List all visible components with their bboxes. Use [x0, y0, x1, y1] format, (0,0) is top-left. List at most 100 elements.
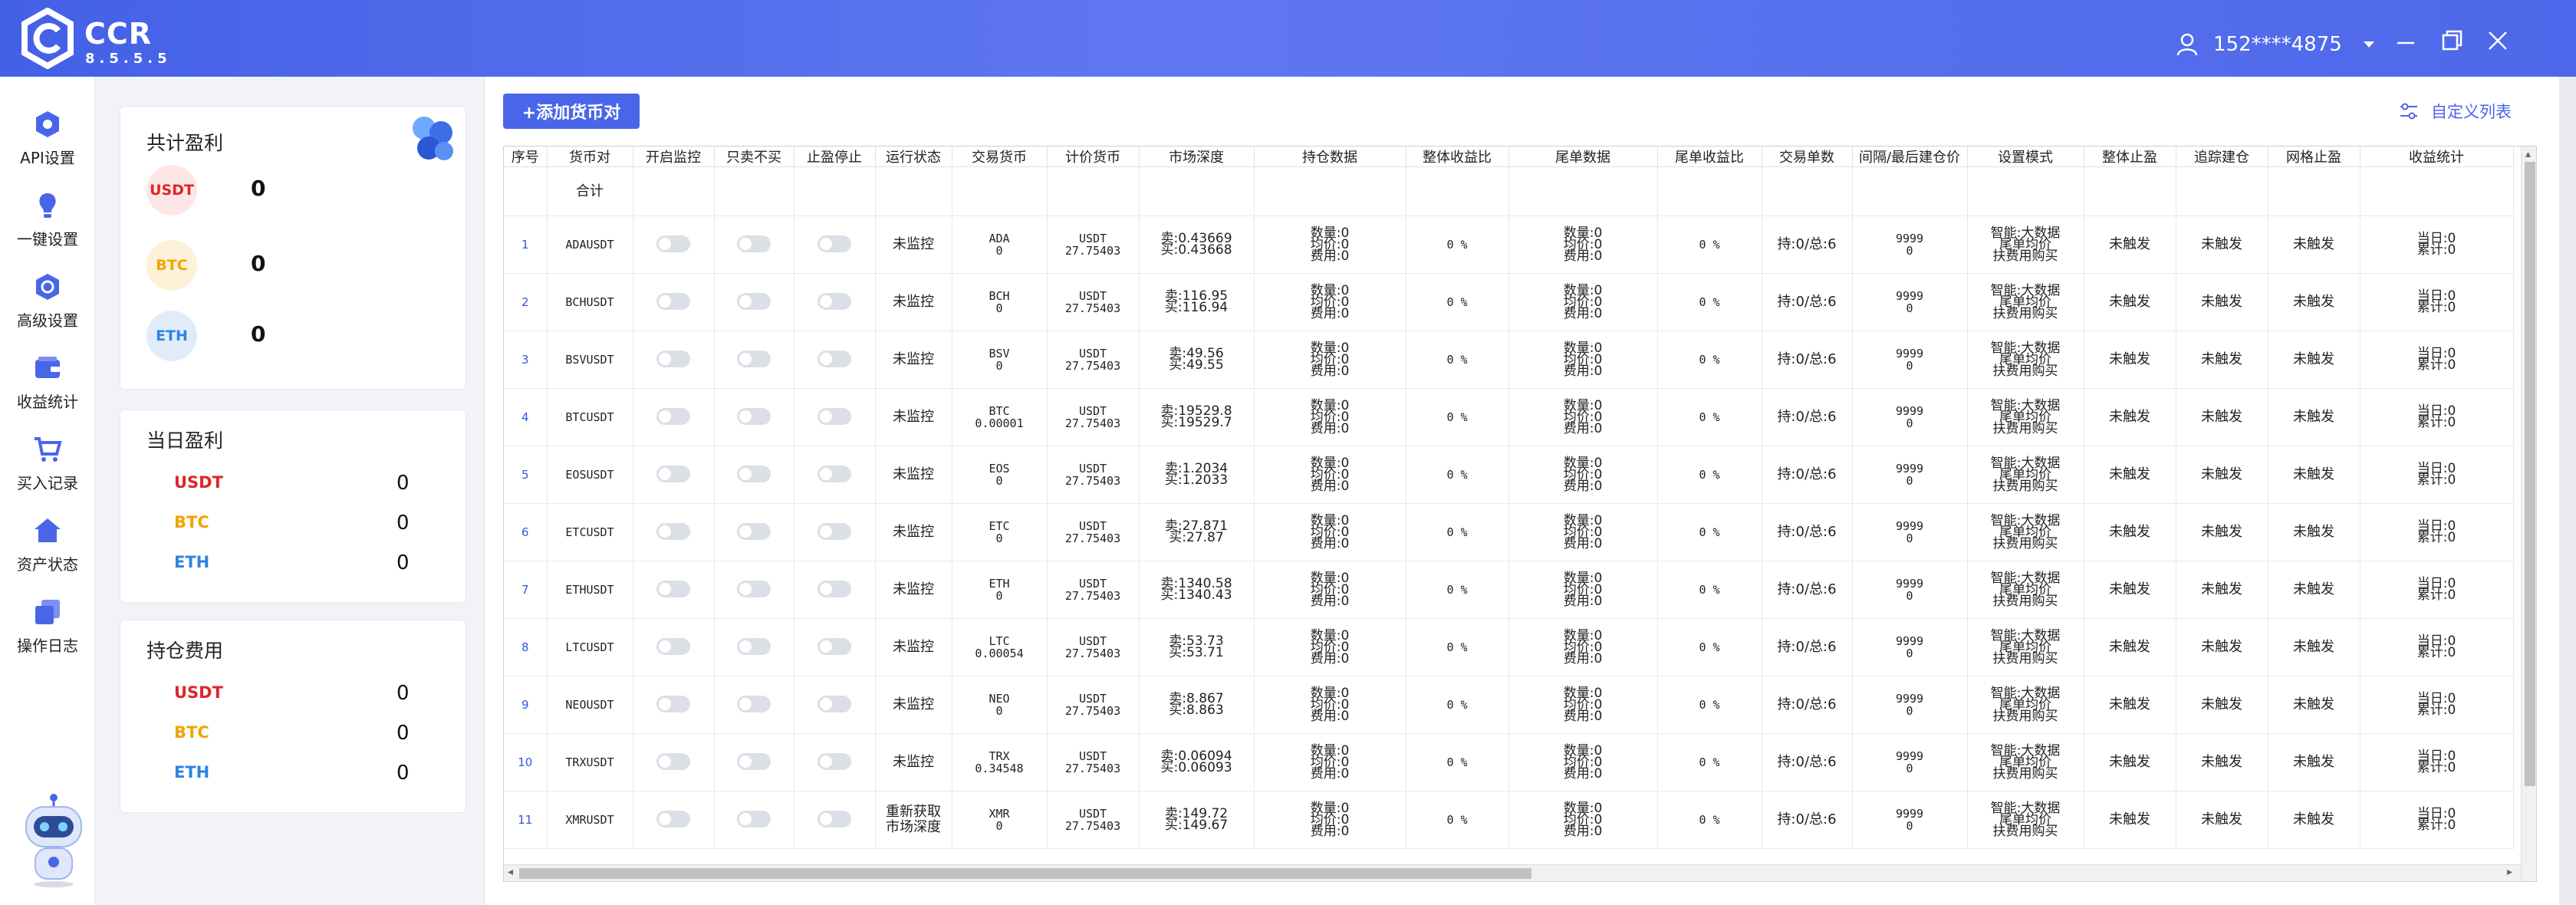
sell-only-toggle[interactable] [737, 580, 771, 597]
quote-coin: USDT 27.75403 [1047, 676, 1140, 734]
restore-icon[interactable] [2439, 28, 2465, 54]
sell-only-toggle[interactable] [737, 407, 771, 425]
fee-usdt-label: USDT [174, 683, 223, 702]
stop-on-profit-toggle[interactable] [818, 235, 851, 252]
sell-only-toggle[interactable] [737, 637, 771, 655]
vertical-scroll-thumb[interactable] [2525, 162, 2535, 786]
stop-on-profit-toggle[interactable] [818, 810, 851, 828]
market-depth: 卖:1340.58 买:1340.43 [1139, 561, 1255, 619]
horizontal-scroll-thumb[interactable] [519, 868, 1531, 879]
nav-item-buy-records[interactable]: 买入记录 [0, 434, 95, 508]
tail-ratio: 0 % [1657, 733, 1762, 791]
monitor-toggle[interactable] [656, 465, 690, 482]
cell-line: 费用:0 [1563, 708, 1603, 724]
stop-on-profit-toggle-cell [794, 618, 876, 676]
stop-on-profit-toggle[interactable] [818, 580, 851, 597]
scroll-left-icon[interactable]: ◂ [508, 866, 513, 878]
nav-item-profit-stats[interactable]: 收益统计 [0, 353, 95, 426]
cell-line: 0 [995, 474, 1003, 488]
sell-only-toggle[interactable] [737, 292, 771, 310]
cell-line: 扶费用购买 [1992, 765, 2058, 782]
api-icon [36, 111, 59, 137]
cell-line: 费用:0 [1310, 478, 1350, 494]
nav-item-asset-status[interactable]: 资产状态 [0, 515, 95, 589]
nav-item-operation-log[interactable]: 操作日志 [0, 597, 95, 670]
vertical-scrollbar[interactable]: ▴ [2521, 146, 2536, 881]
market-depth: 卖:149.72 买:149.67 [1139, 791, 1255, 849]
sell-only-toggle[interactable] [737, 350, 771, 367]
table-row[interactable]: 8 LTCUSDT 未监控 LTC 0.00054 USDT 27.75403 卖:53.73… [504, 618, 2514, 676]
stop-on-profit-toggle[interactable] [818, 350, 851, 367]
sell-only-toggle[interactable] [737, 465, 771, 482]
table-row[interactable]: 9 NEOUSDT 未监控 NEO 0 USDT 27.75403 卖:8.867 买:8.86… [504, 676, 2514, 734]
add-pair-button[interactable]: +添加货币对 [503, 94, 640, 129]
sell-only-toggle[interactable] [737, 235, 771, 252]
stats-panel: 共计盈利 USDT 0 BTC 0 ETH 0 当日盈利 USDT 0 BTC … [95, 77, 485, 905]
monitor-toggle[interactable] [656, 752, 690, 770]
cell-line: 累计:0 [2416, 300, 2456, 315]
monitor-toggle[interactable] [656, 695, 690, 712]
monitor-toggle[interactable] [656, 810, 690, 828]
table-row[interactable]: 1 ADAUSDT 未监控 ADA 0 USDT 27.75403 卖:0.43669 买:0.… [504, 216, 2514, 274]
horizontal-scrollbar[interactable]: ◂ ▸ [504, 864, 2521, 881]
cell-line: 27.75403 [1064, 244, 1121, 258]
nav-item-api[interactable]: API设置 [0, 109, 95, 183]
table-row[interactable]: 7 ETHUSDT 未监控 ETH 0 USDT 27.75403 卖:1340.58 买:13… [504, 561, 2514, 619]
overall-ratio: 0 % [1406, 446, 1509, 504]
interval-price: 9999 0 [1852, 676, 1968, 734]
monitor-toggle[interactable] [656, 407, 690, 425]
trade-coin: BTC 0.00001 [952, 388, 1048, 446]
tail-ratio: 0 % [1657, 676, 1762, 734]
table-row[interactable]: 11 XMRUSDT 重新获取 市场深度 XMR 0 USDT 27.75403 卖:149.7… [504, 791, 2514, 849]
sell-only-toggle[interactable] [737, 752, 771, 770]
stop-on-profit-toggle[interactable] [818, 695, 851, 712]
stop-on-profit-toggle[interactable] [818, 637, 851, 655]
scroll-right-icon[interactable]: ▸ [2507, 866, 2512, 878]
table-row[interactable]: 6 ETCUSDT 未监控 ETC 0 USDT 27.75403 卖:27.871 买:27.… [504, 503, 2514, 561]
run-state-line: 重新获取 [886, 804, 941, 820]
stop-on-profit-toggle[interactable] [818, 465, 851, 482]
nav-item-one-click[interactable]: 一键设置 [0, 190, 95, 264]
nav-item-advanced[interactable]: 高级设置 [0, 272, 95, 345]
monitor-toggle[interactable] [656, 292, 690, 310]
table-row[interactable]: 4 BTCUSDT 未监控 BTC 0.00001 USDT 27.75403 卖:19529… [504, 388, 2514, 446]
cell-line: 9999 [1895, 519, 1924, 533]
user-menu[interactable]: 152****4875 [2176, 28, 2374, 61]
stop-on-profit-toggle[interactable] [818, 752, 851, 770]
stop-on-profit-toggle[interactable] [818, 407, 851, 425]
stop-on-profit-toggle[interactable] [818, 522, 851, 540]
overall-ratio: 0 % [1406, 733, 1509, 791]
sell-only-toggle[interactable] [737, 695, 771, 712]
table-row[interactable]: 3 BSVUSDT 未监控 BSV 0 USDT 27.75403 卖:49.56 买:49.5… [504, 331, 2514, 389]
table-row[interactable]: 2 BCHUSDT 未监控 BCH 0 USDT 27.75403 卖:116.95 买:116… [504, 273, 2514, 331]
monitor-toggle[interactable] [656, 637, 690, 655]
custom-list-button[interactable]: 自定义列表 [2399, 98, 2512, 124]
close-icon[interactable] [2485, 28, 2511, 54]
position-data: 数量:0 均价:0 费用:0 [1254, 216, 1406, 274]
scroll-up-icon[interactable]: ▴ [2525, 148, 2531, 160]
interval-price: 9999 0 [1852, 733, 1968, 791]
quote-coin: USDT 27.75403 [1047, 446, 1140, 504]
tracking-build: 未触发 [2176, 446, 2268, 504]
table-row[interactable]: 10 TRXUSDT 未监控 TRX 0.34548 USDT 27.75403 卖:0.06… [504, 733, 2514, 791]
interval-price: 9999 0 [1852, 791, 1968, 849]
monitor-toggle[interactable] [656, 350, 690, 367]
minimize-icon[interactable] [2393, 28, 2419, 54]
table-row[interactable]: 5 EOSUSDT 未监控 EOS 0 USDT 27.75403 卖:1.2034 买:1.2… [504, 446, 2514, 504]
assistant-robot-icon[interactable] [21, 791, 86, 888]
column-header: 设置模式 [1967, 146, 2084, 167]
cell-line: USDT [1078, 462, 1107, 476]
monitor-toggle[interactable] [656, 235, 690, 252]
run-state: 未监控 [875, 503, 952, 561]
column-header: 货币对 [547, 146, 633, 167]
row-index: 6 [504, 503, 548, 561]
position-data: 数量:0 均价:0 费用:0 [1254, 791, 1406, 849]
row-index: 10 [504, 733, 548, 791]
sell-only-toggle[interactable] [737, 810, 771, 828]
stop-on-profit-toggle[interactable] [818, 292, 851, 310]
monitor-toggle[interactable] [656, 580, 690, 597]
monitor-toggle[interactable] [656, 522, 690, 540]
overall-take-profit: 未触发 [2084, 216, 2176, 274]
sell-only-toggle[interactable] [737, 522, 771, 540]
cell-line: BSV [989, 347, 1010, 360]
